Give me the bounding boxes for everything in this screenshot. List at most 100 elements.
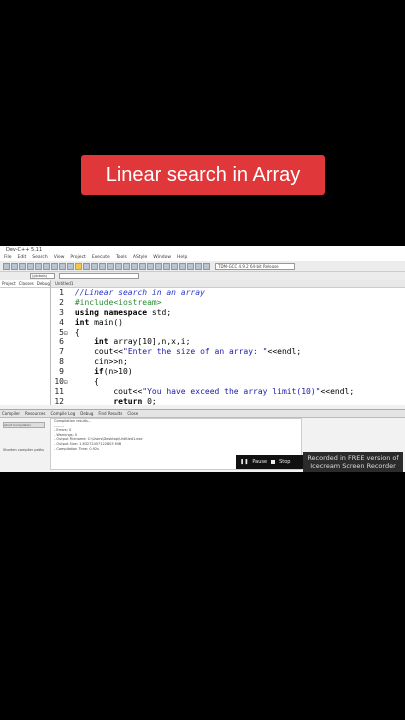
- scope-select[interactable]: (globals): [30, 273, 55, 279]
- output-tab[interactable]: Compiler: [2, 410, 20, 417]
- code-token: return: [113, 396, 143, 406]
- code-line[interactable]: 2 #include<iostream>: [51, 298, 405, 308]
- toolbar-button-icon[interactable]: [195, 262, 202, 270]
- menu-item[interactable]: Tools: [116, 254, 127, 261]
- toolbar-button-icon[interactable]: [131, 262, 138, 270]
- code-line[interactable]: 3 using namespace std;: [51, 308, 405, 318]
- menu-item[interactable]: Search: [32, 254, 47, 261]
- code-token: "Enter the size of an array: ": [123, 347, 268, 357]
- menu-item[interactable]: View: [54, 254, 65, 261]
- menu-item[interactable]: AStyle: [133, 254, 147, 261]
- video-title-banner: Linear search in Array: [81, 155, 325, 195]
- toolbar-button-icon[interactable]: [163, 262, 170, 270]
- toolbar-button-icon[interactable]: [83, 262, 90, 270]
- toolbar-button-icon[interactable]: [171, 262, 178, 270]
- menu-item[interactable]: Help: [177, 254, 187, 261]
- line-number: 12: [54, 396, 64, 406]
- toolbar-button-icon[interactable]: [11, 262, 18, 270]
- abort-compilation-button[interactable]: Abort Compilation: [3, 422, 45, 428]
- toolbar-button-icon[interactable]: [43, 262, 50, 270]
- output-tab[interactable]: Close: [127, 410, 138, 417]
- toolbar-button-icon[interactable]: [27, 262, 34, 270]
- code-line[interactable]: 10⊟ {: [51, 377, 405, 387]
- output-tab[interactable]: Find Results: [98, 410, 122, 417]
- function-select[interactable]: [59, 273, 139, 279]
- workspace: Project Classes Debug Untitled1 1 //Linear…: [0, 280, 405, 407]
- toolbar-button-icon[interactable]: [123, 262, 130, 270]
- code-token: <<endl;: [267, 347, 302, 357]
- code-line[interactable]: 1 //Linear search in an array: [51, 288, 405, 298]
- code-area[interactable]: 1 //Linear search in an array 2 #include<…: [51, 288, 405, 407]
- toolbar-button-icon[interactable]: [75, 262, 82, 270]
- toolbar-button-icon[interactable]: [107, 262, 114, 270]
- code-editor[interactable]: Untitled1 1 //Linear search in an array 2…: [51, 280, 405, 407]
- code-line[interactable]: 9 if(n>10): [51, 367, 405, 377]
- panel-tab[interactable]: Classes: [19, 281, 34, 286]
- code-token: 0;: [142, 396, 157, 406]
- output-tab[interactable]: Debug: [80, 410, 93, 417]
- code-line[interactable]: 11 cout<<"You have exceed the array limi…: [51, 387, 405, 397]
- toolbar-button-icon[interactable]: [179, 262, 186, 270]
- code-line[interactable]: 6 int array[10],n,x,i;: [51, 337, 405, 347]
- editor-tab[interactable]: Untitled1: [51, 280, 405, 288]
- toolbar-button-icon[interactable]: [3, 262, 10, 270]
- line-number: 7: [59, 347, 64, 357]
- toolbar-button-icon[interactable]: [59, 262, 66, 270]
- menu-item[interactable]: Execute: [92, 254, 110, 261]
- line-number: 5: [59, 327, 64, 337]
- main-toolbar: TDM-GCC 4.9.2 64-bit Release: [0, 261, 405, 272]
- toolbar-button-icon[interactable]: [203, 262, 210, 270]
- menu-item[interactable]: Edit: [18, 254, 27, 261]
- toolbar-button-icon[interactable]: [155, 262, 162, 270]
- line-number: 6: [59, 337, 64, 347]
- toolbar-button-icon[interactable]: [139, 262, 146, 270]
- toolbar-button-icon[interactable]: [99, 262, 106, 270]
- panel-tab[interactable]: Project: [2, 281, 16, 286]
- menu-item[interactable]: Project: [70, 254, 85, 261]
- code-line[interactable]: 8 cin>>n;: [51, 357, 405, 367]
- watermark-line-1: Recorded in FREE version of: [307, 454, 399, 462]
- project-panel: Project Classes Debug: [0, 280, 51, 405]
- toolbar-button-icon[interactable]: [187, 262, 194, 270]
- menu-item[interactable]: Window: [153, 254, 171, 261]
- toolbar-button-icon[interactable]: [19, 262, 26, 270]
- toolbar-button-icon[interactable]: [91, 262, 98, 270]
- menu-bar: File Edit Search View Project Execute Tools ASt…: [0, 254, 405, 261]
- video-title: Linear search in Array: [105, 163, 301, 186]
- code-token: if: [94, 367, 104, 377]
- code-token: int: [94, 337, 109, 347]
- stop-icon[interactable]: [271, 460, 276, 464]
- line-number: 3: [59, 307, 64, 317]
- code-token: cout<<: [74, 347, 123, 357]
- line-number: 8: [59, 357, 64, 367]
- toolbar-button-icon[interactable]: [67, 262, 74, 270]
- menu-item[interactable]: File: [4, 254, 12, 261]
- pause-label[interactable]: Pause: [252, 459, 267, 465]
- toolbar-button-icon[interactable]: [115, 262, 122, 270]
- compiler-select[interactable]: TDM-GCC 4.9.2 64-bit Release: [215, 262, 295, 270]
- log-line: - Compilation Time: 0.92s: [54, 446, 99, 451]
- pause-icon[interactable]: ❚❚: [240, 459, 248, 465]
- line-number: 11: [54, 386, 64, 396]
- stop-label[interactable]: Stop: [279, 459, 290, 465]
- code-token: using namespace: [74, 307, 148, 317]
- toolbar-button-icon[interactable]: [147, 262, 154, 270]
- output-tabs: Compiler Resources Compile Log Debug Find Re…: [0, 410, 405, 418]
- code-line[interactable]: 4 int main(): [51, 318, 405, 328]
- panel-tab[interactable]: Debug: [37, 281, 50, 286]
- code-line[interactable]: 7 cout<<"Enter the size of an array: "<<…: [51, 347, 405, 357]
- code-line[interactable]: 12 return 0;: [51, 397, 405, 407]
- output-tab[interactable]: Resources: [25, 410, 45, 417]
- toolbar-button-icon[interactable]: [35, 262, 42, 270]
- output-tab[interactable]: Compile Log: [50, 410, 75, 417]
- shorten-paths-checkbox[interactable]: Shorten compiler paths: [3, 448, 44, 452]
- line-number: 1: [59, 288, 64, 297]
- project-panel-tabs: Project Classes Debug: [0, 280, 50, 288]
- code-line[interactable]: 5⊟ {: [51, 328, 405, 338]
- toolbar-button-icon[interactable]: [51, 262, 58, 270]
- line-number: 9: [59, 367, 64, 377]
- code-token: {: [74, 377, 99, 387]
- code-token: std;: [147, 307, 172, 317]
